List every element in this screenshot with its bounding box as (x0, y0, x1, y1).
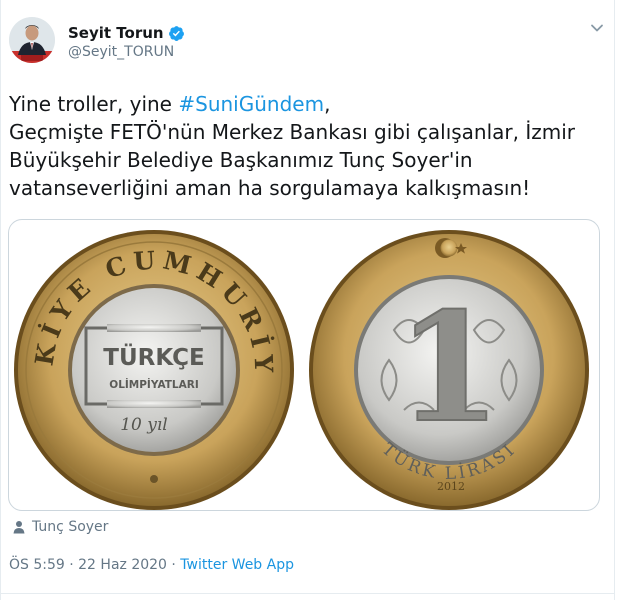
coin-left-line1: TÜRKÇE (103, 343, 204, 371)
person-icon (12, 520, 26, 534)
chevron-down-icon[interactable] (587, 18, 607, 38)
coin-right-value: 1 (397, 280, 501, 456)
coins-image: TÜRKİYE CUMHURİYETİ TÜRKÇE OLİMPİYATLARI… (9, 220, 589, 510)
tweet-source-link[interactable]: Twitter Web App (180, 557, 294, 573)
display-name[interactable]: Seyit Torun (68, 24, 164, 42)
tweet-meta: ÖS 5:59 · 22 Haz 2020 · Twitter Web App (9, 557, 294, 573)
user-handle[interactable]: @Seyit_TORUN (68, 44, 174, 60)
hashtag-link[interactable]: #SuniGündem (178, 92, 324, 116)
tagged-user[interactable]: Tunç Soyer (12, 519, 108, 535)
coin-left-line3: 10 yıl (120, 415, 168, 435)
tweet-timestamp[interactable]: ÖS 5:59 · 22 Haz 2020 · (9, 557, 180, 573)
tweet-text: Yine troller, yine #SuniGündem, Geçmişte… (9, 90, 609, 202)
coin-right: 1 TÜRK LİRASI 2012 (309, 230, 589, 510)
tweet-text-start: Yine troller, yine (9, 92, 179, 116)
frame-right-border (614, 0, 615, 600)
verified-badge-icon (168, 25, 185, 42)
avatar[interactable] (9, 17, 55, 63)
coin-right-year: 2012 (437, 480, 465, 493)
coin-left-line2: OLİMPİYATLARI (109, 377, 198, 391)
coin-left: TÜRKİYE CUMHURİYETİ TÜRKÇE OLİMPİYATLARI… (9, 220, 294, 510)
tagged-user-name[interactable]: Tunç Soyer (32, 519, 108, 535)
avatar-image (9, 17, 55, 63)
frame-left-border (0, 0, 1, 600)
tweet-media[interactable]: TÜRKİYE CUMHURİYETİ TÜRKÇE OLİMPİYATLARI… (8, 219, 600, 511)
frame-bottom-border (0, 593, 615, 594)
